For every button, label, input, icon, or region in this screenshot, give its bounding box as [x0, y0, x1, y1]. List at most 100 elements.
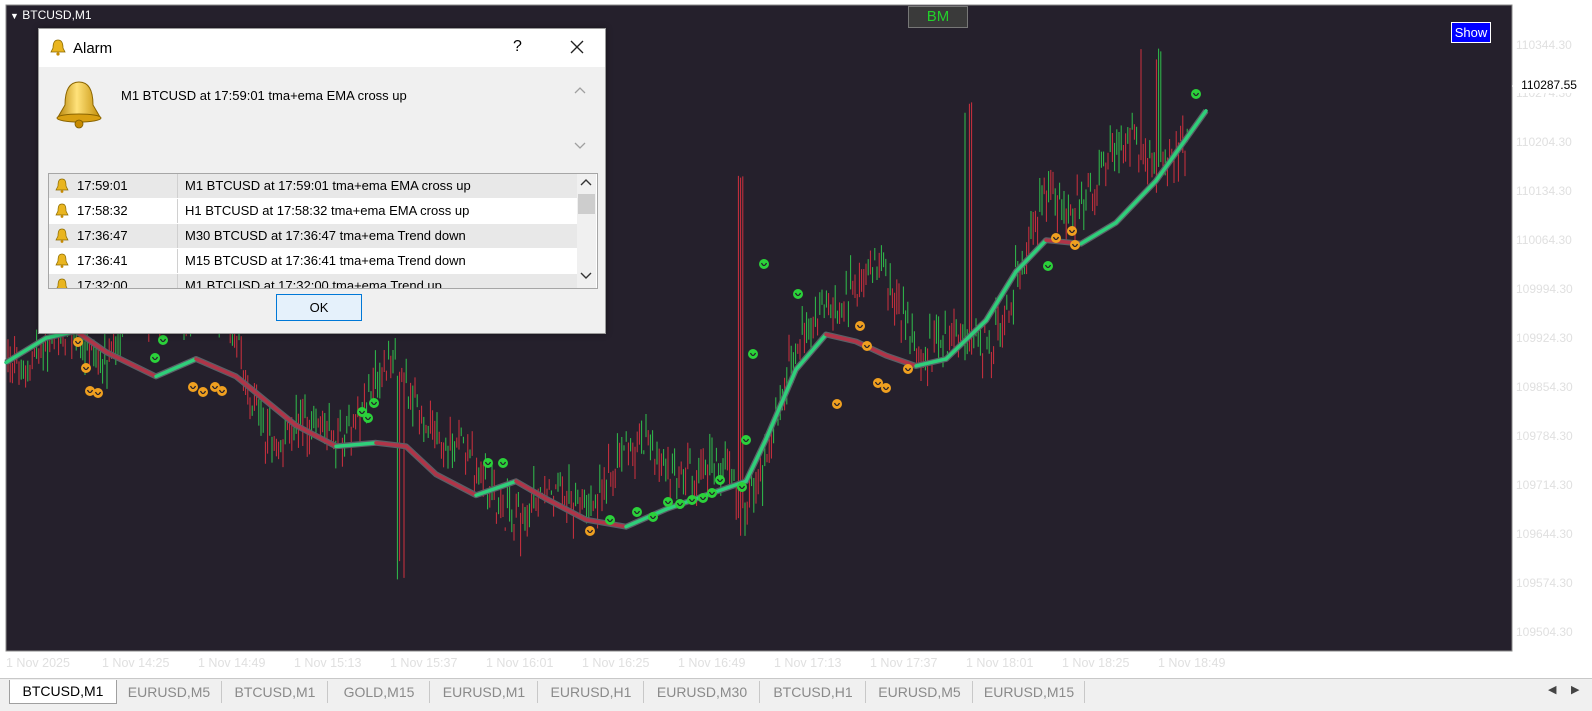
tab-scroll-left-icon[interactable]: ◀ [1548, 683, 1556, 696]
time-tick-label: 1 Nov 14:49 [198, 656, 266, 670]
price-tick-label: 110204.30 [1516, 135, 1572, 149]
time-tick-label: 1 Nov 16:25 [582, 656, 650, 670]
sell-signal-marker [188, 382, 198, 392]
time-tick-label: 1 Nov 18:25 [1062, 656, 1130, 670]
sell-signal-marker [198, 387, 208, 397]
alarm-row-time: 17:36:41 [77, 253, 128, 268]
sell-signal-marker [1051, 233, 1061, 243]
alarm-row[interactable]: 17:32:00 M1 BTCUSD at 17:32:00 tma+ema Tr… [49, 274, 577, 289]
tab-eurusd-m5[interactable]: EURUSD,M5 [867, 681, 973, 703]
alarm-title: Alarm [73, 40, 113, 57]
tab-scroll-right-icon[interactable]: ▶ [1571, 683, 1579, 696]
price-tick-label: 110134.30 [1516, 184, 1572, 198]
time-tick-label: 1 Nov 18:01 [966, 656, 1034, 670]
tab-btcusd-h1[interactable]: BTCUSD,H1 [761, 681, 866, 703]
chevron-down-icon[interactable] [573, 141, 587, 151]
time-tick-label: 1 Nov 14:25 [102, 656, 170, 670]
tab-btcusd-m1[interactable]: BTCUSD,M1 [9, 680, 117, 704]
alarm-row-text: M15 BTCUSD at 17:36:41 tma+ema Trend dow… [185, 253, 466, 268]
buy-signal-marker [648, 512, 658, 522]
buy-signal-marker [759, 259, 769, 269]
alarm-row-text: M1 BTCUSD at 17:59:01 tma+ema EMA cross … [185, 178, 471, 193]
sell-signal-marker [881, 383, 891, 393]
buy-signal-marker [663, 497, 673, 507]
time-tick-label: 1 Nov 16:49 [678, 656, 746, 670]
sell-signal-marker [1070, 240, 1080, 250]
price-tick-label: 110344.30 [1516, 38, 1572, 52]
alarm-row-time: 17:32:00 [77, 278, 128, 289]
alarm-row-time: 17:59:01 [77, 178, 128, 193]
tab-gold-m15[interactable]: GOLD,M15 [329, 681, 430, 703]
bm-label[interactable]: BM [908, 6, 968, 28]
time-tick-label: 1 Nov 15:13 [294, 656, 362, 670]
buy-signal-marker [707, 488, 717, 498]
buy-signal-marker [158, 335, 168, 345]
scroll-up-icon[interactable] [580, 178, 592, 187]
column-divider [177, 224, 178, 248]
alarm-row[interactable]: 17:58:32 H1 BTCUSD at 17:58:32 tma+ema EM… [49, 199, 577, 223]
buy-signal-marker [715, 475, 725, 485]
list-scrollbar[interactable] [577, 174, 596, 288]
chart-tabs-bar: BTCUSD,M1 EURUSD,M5 BTCUSD,M1 GOLD,M15 EURUS… [0, 678, 1592, 711]
bell-icon [55, 228, 69, 243]
alarm-message: M1 BTCUSD at 17:59:01 tma+ema EMA cross … [121, 88, 407, 103]
close-icon[interactable] [565, 35, 589, 59]
alarm-titlebar[interactable]: Alarm ? [39, 29, 605, 67]
tab-eurusd-m1[interactable]: EURUSD,M1 [431, 681, 538, 703]
help-button[interactable]: ? [513, 38, 522, 56]
tab-btcusd-m1[interactable]: BTCUSD,M1 [223, 681, 328, 703]
price-tick-label: 109994.30 [1516, 282, 1573, 296]
buy-signal-marker [687, 495, 697, 505]
price-tick-label: 109574.30 [1516, 576, 1573, 590]
sell-signal-marker [862, 341, 872, 351]
buy-signal-marker [748, 349, 758, 359]
alarm-row[interactable]: 17:59:01 M1 BTCUSD at 17:59:01 tma+ema EM… [49, 174, 577, 198]
buy-signal-marker [1043, 261, 1053, 271]
alarm-row-text: M30 BTCUSD at 17:36:47 tma+ema Trend dow… [185, 228, 466, 243]
alarm-row-text: H1 BTCUSD at 17:58:32 tma+ema EMA cross … [185, 203, 470, 218]
tab-eurusd-m5[interactable]: EURUSD,M5 [117, 681, 222, 703]
collapse-triangle-icon[interactable]: ▼ [10, 11, 19, 21]
buy-signal-marker [150, 353, 160, 363]
tab-eurusd-m30[interactable]: EURUSD,M30 [645, 681, 760, 703]
alarm-row-time: 17:58:32 [77, 203, 128, 218]
price-tick-label: 110064.30 [1516, 233, 1572, 247]
tab-eurusd-m15[interactable]: EURUSD,M15 [974, 681, 1085, 703]
sell-signal-marker [93, 388, 103, 398]
column-divider [177, 174, 178, 198]
buy-signal-marker [741, 435, 751, 445]
price-tick-label: 109504.30 [1516, 625, 1573, 639]
alarm-row[interactable]: 17:36:41 M15 BTCUSD at 17:36:41 tma+ema T… [49, 249, 577, 273]
show-button[interactable]: Show [1451, 22, 1491, 43]
bell-icon [55, 203, 69, 218]
chevron-up-icon[interactable] [573, 85, 587, 95]
buy-signal-marker [675, 499, 685, 509]
chart-symbol-label: BTCUSD,M1 [22, 8, 92, 22]
scroll-thumb[interactable] [578, 194, 595, 214]
time-tick-label: 1 Nov 2025 [6, 656, 70, 670]
sell-signal-marker [1067, 226, 1077, 236]
sell-signal-marker [832, 399, 842, 409]
buy-signal-marker [605, 515, 615, 525]
time-tick-label: 1 Nov 17:37 [870, 656, 938, 670]
alarm-row[interactable]: 17:36:47 M30 BTCUSD at 17:36:47 tma+ema T… [49, 224, 577, 248]
price-tick-label: 109784.30 [1516, 429, 1573, 443]
scroll-down-icon[interactable] [580, 271, 592, 280]
time-tick-label: 1 Nov 18:49 [1158, 656, 1226, 670]
ok-button[interactable]: OK [276, 294, 362, 321]
tab-eurusd-h1[interactable]: EURUSD,H1 [539, 681, 644, 703]
column-divider [177, 249, 178, 273]
sell-signal-marker [81, 363, 91, 373]
buy-signal-marker [369, 398, 379, 408]
bell-icon [55, 178, 69, 193]
current-price-badge: 110287.55 [1513, 78, 1585, 93]
time-tick-label: 1 Nov 16:01 [486, 656, 554, 670]
buy-signal-marker [793, 289, 803, 299]
chart-title: ▼ BTCUSD,M1 [10, 8, 92, 22]
alarm-row-time: 17:36:47 [77, 228, 128, 243]
buy-signal-marker [483, 458, 493, 468]
time-tick-label: 1 Nov 17:13 [774, 656, 842, 670]
price-tick-label: 109924.30 [1516, 331, 1573, 345]
sell-signal-marker [73, 337, 83, 347]
buy-signal-marker [363, 413, 373, 423]
